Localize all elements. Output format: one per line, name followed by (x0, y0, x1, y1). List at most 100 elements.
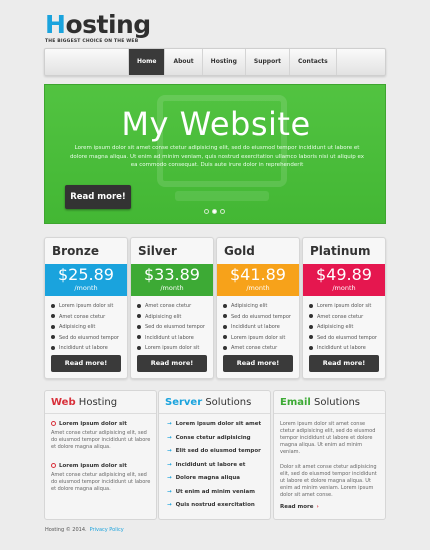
box-title: Email Solutions (280, 397, 360, 408)
server-link[interactable]: → Conse ctetur adipisicing (167, 432, 261, 446)
plan-period: /month (74, 284, 98, 292)
link-label: Incididunt ut labore et (175, 461, 246, 468)
plan-amount: $49.89 (316, 265, 372, 284)
feature-item: Lorem ipsum dolor sit (309, 301, 377, 312)
plan-read-more-button[interactable]: Read more! (51, 355, 121, 372)
bullet-icon (51, 345, 55, 350)
plan-platinum: Platinum $49.89 /month Lorem ipsum dolor… (302, 237, 386, 379)
email-read-more-link[interactable]: Read more › (280, 504, 319, 510)
feature-item: Adipisicing elit (223, 301, 291, 312)
feature-label: Incididunt ut labore (231, 324, 280, 330)
feature-label: Lorem ipsum dolor sit (59, 303, 114, 309)
server-link[interactable]: → Lorem ipsum dolor sit amet (167, 418, 261, 432)
bullet-icon (309, 345, 313, 350)
bullet-icon (223, 324, 227, 329)
plan-read-more-button[interactable]: Read more! (223, 355, 293, 372)
nav-home[interactable]: Home (128, 49, 165, 75)
email-solutions-box: Email Solutions Lorem ipsum dolor sit am… (273, 390, 386, 520)
nav-support[interactable]: Support (244, 49, 289, 75)
link-label: Quis nostrud exercitation (175, 502, 255, 508)
nav-about[interactable]: About (164, 49, 201, 75)
nav-contacts[interactable]: Contacts (289, 49, 337, 75)
feature-label: Sed do eiusmod tempor (145, 324, 205, 330)
server-link[interactable]: → Incididunt ut labore et (167, 459, 261, 473)
server-link[interactable]: → Quis nostrud exercitation (167, 499, 261, 513)
bullet-icon (223, 335, 227, 339)
feature-label: Adipisicing elit (317, 324, 354, 330)
feature-item: Lorem ipsum dolor sit (137, 343, 205, 354)
arrow-right-icon: → (167, 421, 172, 427)
plan-gold: Gold $41.89 /month Adipisicing elit Sed … (216, 237, 300, 379)
privacy-policy-link[interactable]: Privacy Policy (90, 527, 124, 533)
hero-read-more-button[interactable]: Read more! (65, 185, 131, 209)
plan-features: Lorem ipsum dolor sit Amet conse ctetur … (309, 301, 377, 354)
feature-label: Sed do eiusmod tempor (231, 313, 291, 320)
link-label: Dolore magna aliqua (175, 475, 240, 481)
plan-bronze: Bronze $25.89 /month Lorem ipsum dolor s… (44, 237, 128, 379)
slider-dot-3[interactable] (220, 209, 225, 214)
circle-bullet-icon (51, 463, 56, 468)
feature-label: Lorem ipsum dolor sit (145, 345, 200, 351)
logo-title: Hosting (45, 12, 151, 37)
feature-item: Sed do eiusmod tempor (309, 333, 377, 344)
divider (45, 413, 156, 414)
hosting-item: Lorem ipsum dolor sit Amet conse ctetur … (51, 421, 151, 451)
item-heading[interactable]: Lorem ipsum dolor sit (51, 421, 151, 427)
title-rest: Hosting (75, 397, 118, 408)
server-link[interactable]: → Dolore magna aliqua (167, 472, 261, 486)
email-paragraph-2: Dolor sit amet conse ctetur adipisicing … (280, 464, 377, 498)
server-link[interactable]: → Elit sed do eiusmod tempor (167, 445, 261, 459)
logo[interactable]: Hosting THE BIGGEST CHOICE ON THE WEB (45, 12, 151, 44)
box-title: Web Hosting (51, 397, 117, 408)
feature-label: Incididunt ut labore (317, 345, 366, 351)
title-accent: Email (280, 397, 311, 408)
feature-item: Amet conse ctetur (137, 301, 205, 312)
item-heading[interactable]: Lorem ipsum dolor sit (51, 463, 151, 469)
plan-read-more-button[interactable]: Read more! (137, 355, 207, 372)
nav-hosting[interactable]: Hosting (201, 49, 245, 75)
feature-label: Incididunt ut labore (145, 334, 194, 341)
feature-label: Incididunt ut labore (59, 345, 108, 351)
feature-label: Adipisicing elit (145, 313, 182, 320)
bullet-icon (137, 335, 141, 339)
bullet-icon (51, 335, 55, 339)
feature-item: Sed do eiusmod tempor (51, 333, 119, 344)
item-heading-text: Lorem ipsum dolor sit (59, 463, 127, 469)
main-nav: Home About Hosting Support Contacts (44, 48, 386, 76)
feature-item: Adipisicing elit (309, 322, 377, 333)
feature-item: Lorem ipsum dolor sit (51, 301, 119, 312)
title-accent: Server (165, 397, 203, 408)
feature-label: Amet conse ctetur (59, 313, 106, 320)
plan-price-band: $49.89 /month (303, 264, 385, 296)
feature-item: Lorem ipsum dolor sit (223, 333, 291, 344)
feature-item: Incididunt ut labore (137, 333, 205, 344)
slider-dot-2[interactable] (212, 209, 217, 214)
arrow-right-icon: → (167, 461, 172, 468)
plan-period: /month (332, 284, 356, 292)
slider-dot-1[interactable] (204, 209, 209, 214)
link-label: Elit sed do eiusmod tempor (175, 448, 261, 454)
plan-features: Adipisicing elit Sed do eiusmod tempor I… (223, 301, 291, 354)
plan-price-band: $33.89 /month (131, 264, 213, 296)
plan-period: /month (246, 284, 270, 292)
arrow-right-icon: → (167, 475, 172, 481)
server-link[interactable]: → Ut enim ad minim veniam (167, 486, 261, 500)
nav-items: Home About Hosting Support Contacts (128, 49, 337, 75)
link-label: Lorem ipsum dolor sit amet (175, 421, 262, 427)
plan-silver: Silver $33.89 /month Amet conse ctetur A… (130, 237, 214, 379)
bullet-icon (309, 303, 313, 308)
arrow-right-icon: → (167, 502, 172, 508)
logo-rest: osting (65, 10, 151, 39)
logo-first-letter: H (45, 10, 66, 39)
server-links: → Lorem ipsum dolor sit amet → Conse ctetu… (167, 418, 261, 513)
bullet-icon (137, 314, 141, 318)
bullet-icon (137, 324, 141, 329)
plan-amount: $33.89 (144, 265, 200, 284)
feature-item: Incididunt ut labore (51, 343, 119, 354)
divider (274, 413, 385, 414)
feature-item: Sed do eiusmod tempor (137, 322, 205, 333)
arrow-right-icon: → (167, 434, 172, 441)
plan-read-more-button[interactable]: Read more! (309, 355, 379, 372)
title-rest: Solutions (202, 397, 252, 408)
arrow-right-icon: → (167, 488, 172, 495)
